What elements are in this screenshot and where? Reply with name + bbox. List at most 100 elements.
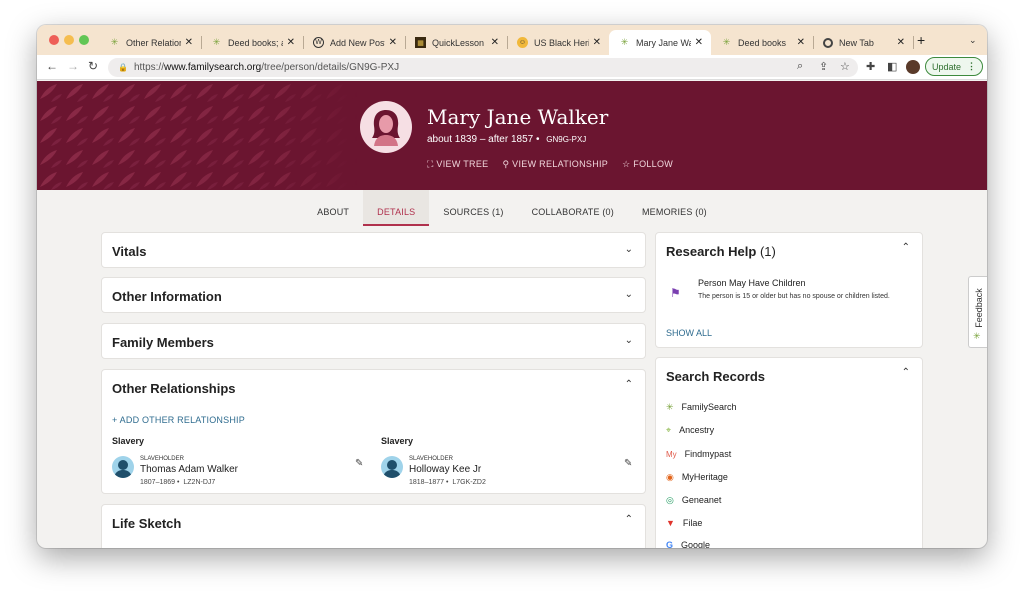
family-members-card[interactable]: Family Members ⌄ (101, 323, 646, 359)
show-all-link[interactable]: SHOW ALL (666, 328, 712, 338)
close-tab-icon[interactable]: ✕ (389, 37, 397, 48)
tab-sources[interactable]: SOURCES (1) (429, 190, 517, 226)
follow-button[interactable]: ☆ FOLLOW (622, 159, 673, 170)
edit-pencil-icon[interactable]: ✎ (355, 458, 363, 469)
add-other-relationship-link[interactable]: + ADD OTHER RELATIONSHIP (112, 415, 245, 425)
relationship-type: Slavery (381, 436, 414, 446)
female-silhouette-icon (372, 110, 400, 146)
section-title: Family Members (112, 335, 214, 350)
record-link-familysearch[interactable]: ✳ FamilySearch (666, 402, 737, 413)
record-link-ancestry[interactable]: ⌖ Ancestry (666, 425, 714, 436)
zoom-icon[interactable]: ⌕ (797, 60, 803, 73)
minimize-window-button[interactable] (64, 35, 74, 45)
close-tab-icon[interactable]: ✕ (185, 37, 193, 48)
tree-icon: ⛶ (427, 159, 437, 169)
tab-details[interactable]: DETAILS (363, 190, 430, 226)
edit-pencil-icon[interactable]: ✎ (624, 458, 632, 469)
record-link-myheritage[interactable]: ◉ MyHeritage (666, 472, 728, 483)
record-link-google[interactable]: G Google (666, 540, 710, 548)
leaf-pattern-decoration (37, 81, 357, 190)
relationship-type: Slavery (112, 436, 145, 446)
person-header: Mary Jane Walker about 1839 – after 1857… (37, 81, 987, 190)
close-window-button[interactable] (49, 35, 59, 45)
chevron-up-icon[interactable]: ⌃ (625, 379, 633, 390)
person-lifespan: about 1839 – after 1857 • GN9G-PXJ (427, 134, 587, 145)
forward-button[interactable]: → (67, 59, 79, 73)
vitals-card[interactable]: Vitals ⌄ (101, 232, 646, 268)
record-link-filae[interactable]: ▼ Filae (666, 518, 702, 528)
tab-collaborate[interactable]: COLLABORATE (0) (518, 190, 628, 226)
record-link-findmypast[interactable]: My Findmypast (666, 449, 731, 459)
close-tab-icon[interactable]: ✕ (593, 37, 601, 48)
record-link-geneanet[interactable]: ◎ Geneanet (666, 495, 721, 506)
chevron-up-icon[interactable]: ⌃ (902, 242, 910, 253)
section-title: Life Sketch (112, 516, 182, 531)
close-tab-icon[interactable]: ✕ (287, 37, 295, 48)
view-tree-button[interactable]: ⛶ VIEW TREE (427, 159, 488, 170)
relationship-person-name[interactable]: Thomas Adam Walker (140, 464, 238, 475)
close-tab-icon[interactable]: ✕ (491, 37, 499, 48)
reload-button[interactable]: ↻ (88, 59, 98, 73)
tab-search-chevron-icon[interactable]: ⌄ (969, 35, 977, 46)
chevron-down-icon[interactable]: ⌄ (625, 244, 633, 255)
relationship-person-name[interactable]: Holloway Kee Jr (409, 464, 481, 475)
tab-memories[interactable]: MEMORIES (0) (628, 190, 721, 226)
myheritage-icon: ◉ (666, 472, 674, 482)
link-icon: ⚲ (502, 159, 513, 169)
address-bar[interactable]: 🔒 https://www.familysearch.org/tree/pers… (108, 58, 858, 77)
profile-avatar[interactable] (906, 60, 920, 74)
browser-window: ✳ Other Relations ✕ ✳ Deed books; ar ✕ W… (37, 25, 987, 548)
hint-description: The person is 15 or older but has no spo… (698, 293, 890, 300)
person-name: Mary Jane Walker (427, 105, 609, 129)
new-tab-button[interactable]: + (917, 32, 925, 48)
browser-tab-active[interactable]: ✳ Mary Jane Walk ✕ (609, 30, 711, 55)
chevron-down-icon[interactable]: ⌄ (625, 335, 633, 346)
person-avatar (360, 101, 412, 153)
browser-tab[interactable]: ▦ QuickLesson 11 ✕ (405, 30, 507, 55)
feedback-tab[interactable]: Feedback ✳ (968, 276, 987, 348)
person-page-tabs: ABOUT DETAILS SOURCES (1) COLLABORATE (0… (37, 190, 987, 226)
familysearch-tree-icon: ✳ (722, 37, 731, 47)
other-information-card[interactable]: Other Information ⌄ (101, 277, 646, 313)
life-sketch-card: Life Sketch ⌃ (101, 504, 646, 548)
chevron-up-icon[interactable]: ⌃ (625, 514, 633, 525)
share-icon[interactable]: ⇪ (819, 60, 828, 73)
person-id: GN9G-PXJ (546, 135, 587, 144)
relationship-person-meta: 1807–1869 • LZ2N-DJ7 (140, 479, 216, 486)
browser-toolbar: ← → ↻ 🔒 https://www.familysearch.org/tre… (37, 55, 987, 80)
chevron-up-icon[interactable]: ⌃ (902, 367, 910, 378)
back-button[interactable]: ← (46, 59, 58, 73)
lock-icon: 🔒 (118, 63, 128, 72)
close-tab-icon[interactable]: ✕ (897, 37, 905, 48)
relationship-role: SLAVEHOLDER (140, 456, 184, 462)
google-icon: G (666, 540, 674, 548)
browser-tab[interactable]: W Add New Post ✕ (303, 30, 405, 55)
relationship-item: Slavery SLAVEHOLDER Holloway Kee Jr 1818… (381, 436, 636, 491)
browser-tab[interactable]: ✳ Other Relations ✕ (99, 30, 201, 55)
update-button[interactable]: Update ⋮ (925, 57, 983, 76)
chevron-down-icon[interactable]: ⌄ (625, 289, 633, 300)
familysearch-tree-icon: ✳ (212, 37, 221, 47)
person-actions: ⛶ VIEW TREE ⚲ VIEW RELATIONSHIP ☆ FOLLOW (427, 159, 673, 170)
research-help-card: Research Help (1) ⌃ ⚑ Person May Have Ch… (655, 232, 923, 348)
maximize-window-button[interactable] (79, 35, 89, 45)
research-hint[interactable]: Person May Have Children The person is 1… (698, 278, 913, 302)
person-avatar-male (381, 456, 403, 478)
view-relationship-button[interactable]: ⚲ VIEW RELATIONSHIP (502, 159, 608, 170)
close-tab-icon[interactable]: ✕ (797, 37, 805, 48)
browser-tab[interactable]: ☺ US Black Herita ✕ (507, 30, 609, 55)
star-icon: ☆ (622, 159, 634, 169)
feedback-leaf-icon: ✳ (973, 331, 981, 341)
close-tab-icon[interactable]: ✕ (695, 37, 703, 48)
familysearch-tree-icon: ✳ (620, 37, 629, 47)
tab-about[interactable]: ABOUT (303, 190, 363, 226)
extensions-icon[interactable]: ✚ (866, 60, 875, 73)
more-menu-icon[interactable]: ⋮ (967, 61, 976, 72)
side-panel-icon[interactable]: ◧ (887, 60, 897, 73)
section-title: Vitals (112, 244, 147, 259)
bookmark-star-icon[interactable]: ☆ (840, 60, 850, 73)
search-records-card: Search Records ⌃ ✳ FamilySearch ⌖ Ancestry… (655, 357, 923, 548)
browser-tab[interactable]: ✳ Deed books; ar ✕ (201, 30, 303, 55)
browser-tab[interactable]: New Tab ✕ (813, 30, 913, 55)
browser-tab[interactable]: ✳ Deed books ✕ (711, 30, 813, 55)
